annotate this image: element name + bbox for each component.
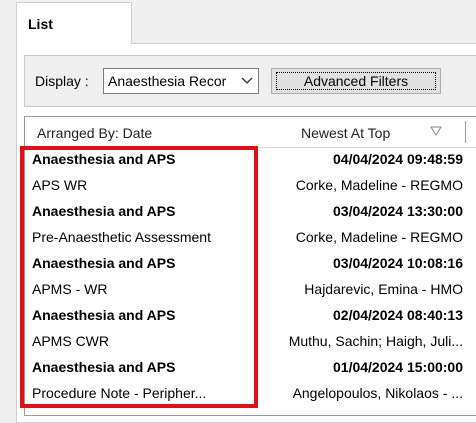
- chevron-down-icon: [241, 77, 253, 84]
- item-datetime: 03/04/2024 13:30:00: [333, 203, 463, 219]
- advanced-filters-button[interactable]: Advanced Filters: [271, 68, 441, 94]
- item-category: Anaesthesia and APS: [32, 359, 176, 375]
- advanced-filters-label: Advanced Filters: [303, 73, 409, 89]
- list-item[interactable]: Anaesthesia and APS 01/04/2024 15:00:00: [25, 356, 465, 380]
- item-author: Angelopoulos, Nikolaos - ...: [292, 385, 463, 401]
- item-datetime: 02/04/2024 08:40:13: [333, 307, 463, 323]
- display-select-value: Anaesthesia Recor: [108, 73, 227, 89]
- item-title: Procedure Note - Peripher...: [32, 385, 207, 401]
- list-header[interactable]: Arranged By: Date Newest At Top: [25, 117, 476, 148]
- tab-list[interactable]: List: [16, 2, 132, 44]
- list-item[interactable]: APMS CWR Muthu, Sachin; Haigh, Juli...: [25, 330, 465, 354]
- item-datetime: 04/04/2024 09:48:59: [333, 151, 463, 167]
- sort-order-label[interactable]: Newest At Top: [301, 125, 390, 141]
- item-datetime: 03/04/2024 10:08:16: [333, 255, 463, 271]
- list-item[interactable]: Procedure Note - Peripher... Angelopoulos…: [25, 382, 465, 406]
- document-list: Arranged By: Date Newest At Top Anaesthe…: [24, 116, 476, 416]
- item-author: Hajdarevic, Emina - HMO: [304, 281, 463, 297]
- item-author: Corke, Madeline - REGMO: [295, 229, 463, 245]
- item-category: Anaesthesia and APS: [32, 203, 176, 219]
- list-item[interactable]: APMS - WR Hajdarevic, Emina - HMO: [25, 278, 465, 302]
- arranged-by-label[interactable]: Arranged By: Date: [37, 125, 152, 141]
- filter-bar: Display : Anaesthesia Recor Advanced Fil…: [24, 55, 476, 107]
- list-item[interactable]: Anaesthesia and APS 03/04/2024 13:30:00: [25, 200, 465, 224]
- item-category: Anaesthesia and APS: [32, 307, 176, 323]
- list-item[interactable]: Anaesthesia and APS 04/04/2024 09:48:59: [25, 148, 465, 172]
- list-item[interactable]: APS WR Corke, Madeline - REGMO: [25, 174, 465, 198]
- display-select[interactable]: Anaesthesia Recor: [103, 68, 259, 94]
- sort-triangle-icon[interactable]: [430, 126, 442, 136]
- item-author: Muthu, Sachin; Haigh, Juli...: [288, 333, 463, 349]
- item-datetime: 01/04/2024 15:00:00: [333, 359, 463, 375]
- item-title: APS WR: [32, 177, 88, 193]
- item-title: Pre-Anaesthetic Assessment: [32, 229, 211, 245]
- item-title: APMS CWR: [32, 333, 109, 349]
- tab-list-label: List: [28, 16, 53, 32]
- header-divider: [465, 121, 466, 143]
- item-title: APMS - WR: [32, 281, 108, 297]
- item-category: Anaesthesia and APS: [32, 151, 176, 167]
- list-item[interactable]: Anaesthesia and APS 03/04/2024 10:08:16: [25, 252, 465, 276]
- item-author: Corke, Madeline - REGMO: [295, 177, 463, 193]
- item-category: Anaesthesia and APS: [32, 255, 176, 271]
- list-item[interactable]: Anaesthesia and APS 02/04/2024 08:40:13: [25, 304, 465, 328]
- display-label: Display :: [35, 73, 89, 89]
- list-item[interactable]: Pre-Anaesthetic Assessment Corke, Madelin…: [25, 226, 465, 250]
